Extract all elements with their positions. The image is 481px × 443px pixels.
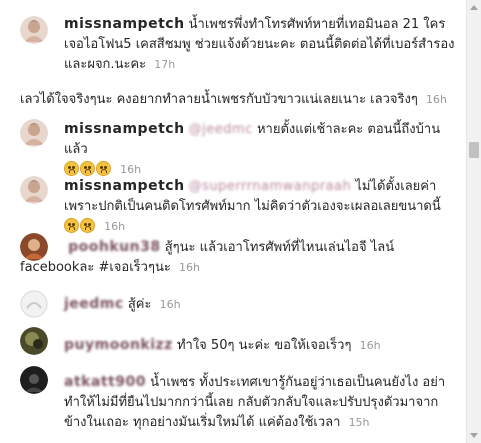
avatar[interactable] [20, 119, 48, 147]
comment-text: เลวได้ใจจริงๆนะ คงอยากทำลายน้ำเพชรกับบัว… [20, 92, 418, 107]
comments-feed: missnampetch น้ำเพชรพึ่งทำโทรศัพท์หายที่… [0, 0, 466, 443]
comment-item: jeedmc สู้ค่ะ 16h [0, 290, 466, 318]
comment-timestamp[interactable]: 16h [360, 339, 381, 352]
comment-timestamp[interactable]: 15h [349, 416, 370, 429]
comment-username[interactable]: missnampetch [64, 121, 185, 137]
comment-item: missnampetch @superrrnamwanpraah ไม่ได้ต… [0, 176, 466, 237]
comment-text: ทำใจ 50ๆ นะค่ะ ขอให้เจอเร็วๆ [176, 338, 352, 353]
hashtag-link[interactable]: #เจอเร็วๆนะ [98, 260, 170, 275]
comment-item: puymoonkizz ทำใจ 50ๆ นะค่ะ ขอให้เจอเร็วๆ… [0, 327, 466, 356]
avatar[interactable] [20, 176, 48, 204]
comment-item: missnampetch @jeedmc หายตั้งแต่เช้าละคะ … [0, 119, 466, 180]
avatar[interactable] [20, 290, 48, 318]
comment-item: เลวได้ใจจริงๆนะ คงอยากทำลายน้ำเพชรกับบัว… [0, 90, 466, 110]
scrollbar-thumb[interactable] [469, 142, 479, 158]
mention-link[interactable]: @superrrnamwanpraah [189, 179, 352, 194]
comment-item: atkatt900 น้ำเพชร ทั้งประเทศเขารู้กันอยู… [0, 366, 466, 433]
comment-username[interactable]: atkatt900 [64, 374, 146, 390]
scroll-up-arrow-icon[interactable] [470, 5, 478, 10]
crying-emoji-icon [80, 161, 95, 176]
comment-timestamp[interactable]: 16h [120, 163, 141, 176]
comment-username[interactable]: missnampetch [64, 16, 185, 32]
comment-timestamp[interactable]: 16h [160, 298, 181, 311]
comment-timestamp[interactable]: 16h [426, 93, 447, 106]
avatar[interactable] [20, 16, 48, 44]
avatar[interactable] [20, 233, 48, 261]
crying-emoji-icon [64, 218, 79, 233]
comment-username[interactable]: poohkun38 [68, 239, 160, 255]
comment-username[interactable]: puymoonkizz [64, 337, 173, 353]
comment-item: missnampetch น้ำเพชรพึ่งทำโทรศัพท์หายที่… [0, 14, 466, 75]
crying-emoji-icon [96, 161, 111, 176]
vertical-scrollbar[interactable] [466, 0, 481, 443]
avatar[interactable] [20, 327, 48, 355]
comment-text: สู้ค่ะ [127, 297, 152, 312]
comment-timestamp[interactable]: 16h [104, 220, 125, 233]
crying-emoji-icon [64, 161, 79, 176]
comment-timestamp[interactable]: 17h [154, 58, 175, 71]
comment-timestamp[interactable]: 16h [179, 261, 200, 274]
scroll-down-arrow-icon[interactable] [470, 433, 478, 438]
comment-username[interactable]: missnampetch [64, 178, 185, 194]
comment-item: poohkun38 สู้ๆนะ แล้วเอาโทรศัพท์ที่ไหนเล… [0, 233, 466, 278]
crying-emoji-icon [80, 218, 95, 233]
mention-link[interactable]: @jeedmc [189, 122, 253, 137]
avatar[interactable] [20, 366, 48, 394]
comment-username[interactable]: jeedmc [64, 296, 124, 312]
